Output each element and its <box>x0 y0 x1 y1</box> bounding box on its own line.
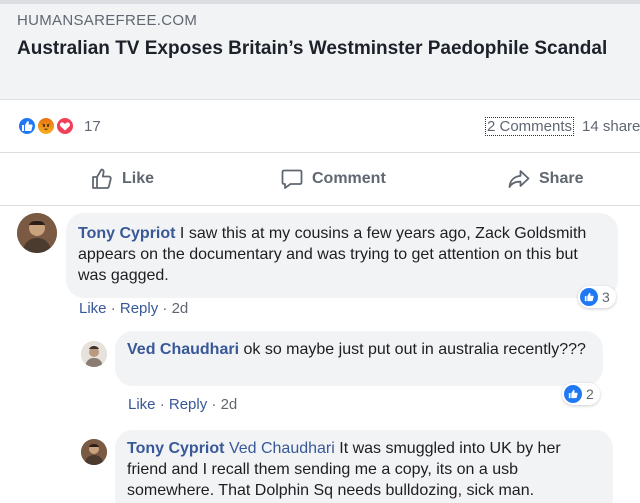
comment-author-link[interactable]: Tony Cypriot <box>78 225 175 242</box>
meta-separator: · <box>106 300 120 317</box>
reaction-icons[interactable] <box>17 116 79 136</box>
angry-reaction-icon <box>36 116 56 136</box>
like-reaction-icon <box>564 385 582 403</box>
preview-image-edge <box>0 0 640 4</box>
comment-button[interactable]: Comment <box>280 153 386 205</box>
avatar[interactable] <box>17 213 57 253</box>
comment-reply-link[interactable]: Reply <box>169 396 207 413</box>
meta-separator: · <box>207 396 221 413</box>
share-button[interactable]: Share <box>507 153 583 205</box>
avatar[interactable] <box>81 341 107 367</box>
comment-reaction-badge[interactable]: 2 <box>562 383 600 405</box>
link-domain: HUMANSAREFREE.COM <box>17 12 198 29</box>
comment-button-label: Comment <box>312 170 386 187</box>
link-title[interactable]: Australian TV Exposes Britain’s Westmins… <box>17 36 617 61</box>
comment-meta: Like · Reply · 2d <box>79 300 188 317</box>
reply-comment: Tony Cypriot Ved Chaudhari It was smuggl… <box>0 428 640 503</box>
comment-author-link[interactable]: Ved Chaudhari <box>127 341 239 358</box>
comments-count-link[interactable]: 2 Comments <box>485 117 575 136</box>
shares-count-link[interactable]: 14 shares <box>582 118 640 135</box>
like-reaction-icon <box>580 288 598 306</box>
comment-like-link[interactable]: Like <box>128 396 156 413</box>
comment-text: ok so maybe just put out in australia re… <box>239 341 586 358</box>
link-preview-card[interactable]: HUMANSAREFREE.COM Australian TV Exposes … <box>0 0 640 100</box>
reply-comment: Ved Chaudhari ok so maybe just put out i… <box>0 330 640 420</box>
share-arrow-icon <box>508 170 530 188</box>
mention-link[interactable]: Ved Chaudhari <box>229 440 335 457</box>
like-reaction-icon <box>17 116 37 136</box>
comment-reaction-count: 2 <box>586 386 594 402</box>
thumbs-up-icon <box>92 168 112 189</box>
comment-meta: Like · Reply · 2d <box>128 396 237 413</box>
like-button-label: Like <box>122 170 155 187</box>
comment-author-link[interactable]: Tony Cypriot <box>127 440 224 457</box>
share-button-label: Share <box>539 170 584 187</box>
comment-reaction-count: 3 <box>602 289 610 305</box>
meta-separator: · <box>155 396 169 413</box>
love-reaction-icon <box>55 116 75 136</box>
like-button[interactable]: Like <box>90 153 154 205</box>
comment-reaction-badge[interactable]: 3 <box>578 286 616 308</box>
avatar[interactable] <box>81 439 107 465</box>
comment-timestamp[interactable]: 2d <box>221 396 238 413</box>
meta-separator: · <box>158 300 172 317</box>
speech-bubble-icon <box>281 169 303 189</box>
comment-bubble: Tony Cypriot I saw this at my cousins a … <box>66 213 618 298</box>
post-action-bar: Like Comment Share <box>0 152 640 206</box>
comment: Tony Cypriot I saw this at my cousins a … <box>0 206 640 317</box>
reaction-count[interactable]: 17 <box>84 118 101 135</box>
comment-reply-link[interactable]: Reply <box>120 300 158 317</box>
comment-bubble: Ved Chaudhari ok so maybe just put out i… <box>115 331 603 386</box>
comment-timestamp[interactable]: 2d <box>172 300 189 317</box>
comment-bubble: Tony Cypriot Ved Chaudhari It was smuggl… <box>115 430 613 503</box>
comment-like-link[interactable]: Like <box>79 300 107 317</box>
reactions-summary: 17 2 Comments 14 shares <box>0 100 640 152</box>
